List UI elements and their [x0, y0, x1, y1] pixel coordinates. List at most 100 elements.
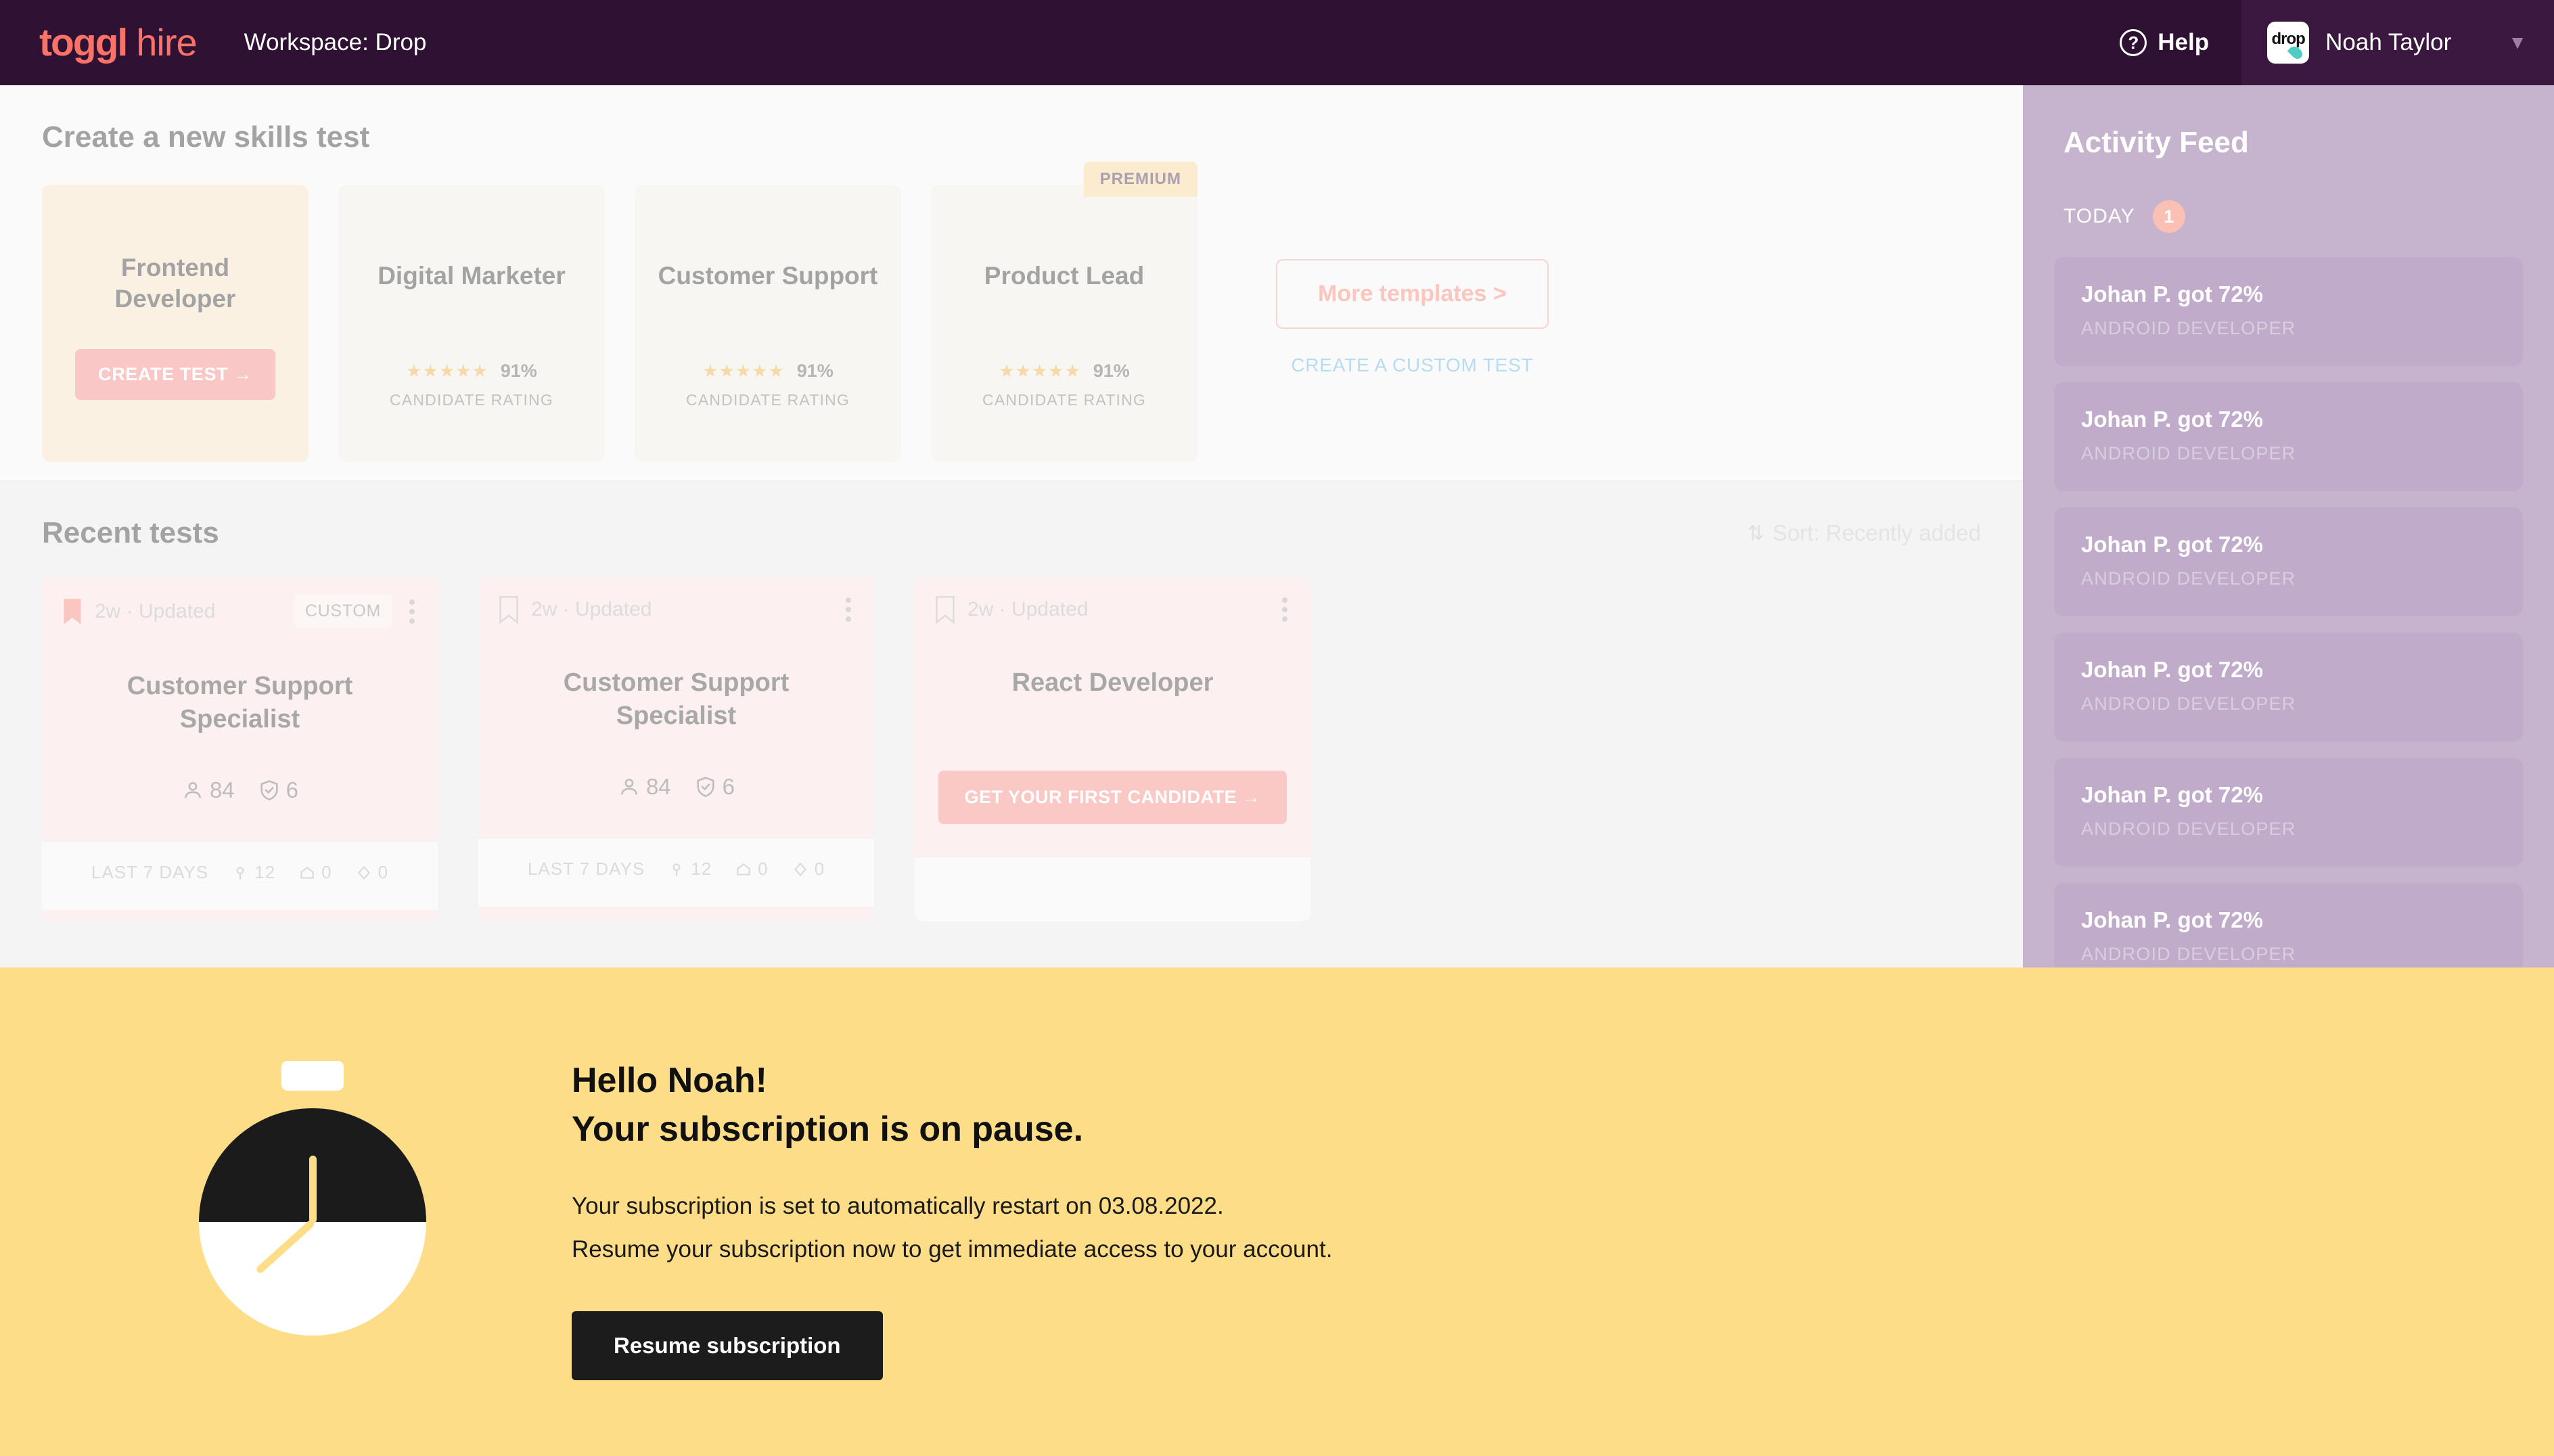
- diamond-icon: [357, 865, 370, 880]
- rating-caption: CANDIDATE RATING: [390, 391, 553, 409]
- finishes-stat: 0: [792, 859, 825, 880]
- logo-toggl-text: toggl: [39, 21, 128, 64]
- help-button[interactable]: ? Help: [2087, 0, 2241, 85]
- banner-body-line-1: Your subscription is set to automaticall…: [572, 1192, 1224, 1219]
- test-card[interactable]: 2w · Updated CUSTOM Customer Support Spe…: [42, 577, 438, 922]
- page-title: Create a new skills test: [42, 120, 370, 154]
- starts-stat: 0: [735, 859, 768, 880]
- template-actions: More templates > CREATE A CUSTOM TEST: [1276, 259, 1549, 376]
- chevron-down-icon[interactable]: ▼: [2508, 32, 2527, 53]
- recent-tests-section: Recent tests ⇅ Sort: Recently added 2w ·…: [0, 481, 2023, 922]
- stopwatch-face: [199, 1108, 426, 1336]
- person-icon: [621, 779, 637, 795]
- banner-text-block: Hello Noah! Your subscription is on paus…: [572, 1057, 1332, 1380]
- activity-title: Johan P. got 72%: [2081, 782, 2263, 807]
- shortlisted-count: 6: [286, 777, 299, 803]
- get-first-candidate-button[interactable]: GET YOUR FIRST CANDIDATE →: [938, 770, 1287, 824]
- home-icon: [737, 863, 750, 875]
- test-card-footer: LAST 7 DAYS 12 0 0: [478, 838, 874, 907]
- create-test-button[interactable]: CREATE TEST →: [75, 349, 275, 400]
- more-options-icon[interactable]: [1279, 595, 1290, 624]
- activity-title: Johan P. got 72%: [2081, 407, 2263, 432]
- sort-dropdown[interactable]: ⇅ Sort: Recently added: [1748, 520, 1981, 546]
- starts-count: 0: [758, 859, 769, 880]
- rating-percent: 91%: [500, 361, 537, 381]
- recent-tests-list: 2w · Updated CUSTOM Customer Support Spe…: [42, 577, 1981, 922]
- bookmark-icon-outline[interactable]: [499, 595, 519, 624]
- test-title: Customer Support Specialist: [563, 668, 790, 730]
- pin-icon: [672, 863, 681, 876]
- subscription-paused-banner: Hello Noah! Your subscription is on paus…: [0, 968, 2554, 1456]
- test-card[interactable]: 2w · Updated React Developer GET YOUR FI…: [915, 577, 1310, 922]
- candidate-rating-block: ★★★★★ 91% CANDIDATE RATING: [390, 361, 553, 409]
- finishes-count: 0: [378, 862, 389, 883]
- person-icon: [185, 782, 201, 798]
- star-rating-icon: ★★★★★: [702, 361, 785, 381]
- star-rating-icon: ★★★★★: [999, 361, 1081, 381]
- activity-title: Johan P. got 72%: [2081, 657, 2263, 682]
- stopwatch-icon: [198, 1049, 428, 1336]
- more-options-icon[interactable]: [407, 597, 417, 627]
- recent-tests-header: Recent tests ⇅ Sort: Recently added: [42, 516, 1981, 550]
- logo-hire-text: hire: [136, 21, 197, 64]
- today-count-badge: 1: [2152, 200, 2185, 233]
- user-menu-button[interactable]: drop Noah Taylor ▼: [2241, 0, 2554, 85]
- views-stat: 12: [668, 859, 712, 880]
- more-templates-button[interactable]: More templates >: [1276, 259, 1549, 329]
- test-meta: 2w · Updated: [531, 598, 652, 620]
- starts-stat: 0: [298, 862, 332, 883]
- activity-feed-today-header: TODAY 1: [2023, 160, 2554, 233]
- activity-feed-title: Activity Feed: [2063, 126, 2249, 159]
- shortlisted-stat: 6: [694, 774, 735, 800]
- more-options-icon[interactable]: [843, 595, 854, 624]
- candidates-count: 84: [645, 774, 671, 800]
- activity-subtitle: ANDROID DEVELOPER: [2081, 318, 2296, 338]
- rating-percent: 91%: [1093, 361, 1130, 381]
- template-card-customer-support[interactable]: Customer Support ★★★★★ 91% CANDIDATE RAT…: [635, 185, 901, 462]
- test-card-footer: LAST 7 DAYS 12 0 0: [42, 841, 438, 911]
- activity-subtitle: ANDROID DEVELOPER: [2081, 819, 2296, 839]
- top-navigation-bar: toggl hire Workspace: Drop ? Help drop N…: [0, 0, 2554, 85]
- test-stats: 84 6: [42, 777, 438, 803]
- starts-count: 0: [321, 862, 332, 883]
- template-card-digital-marketer[interactable]: Digital Marketer ★★★★★ 91% CANDIDATE RAT…: [338, 185, 605, 462]
- list-item[interactable]: Johan P. got 72% ANDROID DEVELOPER: [2054, 633, 2523, 742]
- banner-headline: Your subscription is on pause.: [572, 1109, 1084, 1149]
- template-name: Digital Marketer: [378, 262, 566, 290]
- list-item[interactable]: Johan P. got 72% ANDROID DEVELOPER: [2054, 257, 2523, 366]
- shield-check-icon: [260, 780, 278, 801]
- activity-subtitle: ANDROID DEVELOPER: [2081, 568, 2296, 589]
- create-custom-test-link[interactable]: CREATE A CUSTOM TEST: [1291, 355, 1533, 376]
- workspace-label: Workspace: Drop: [244, 29, 427, 55]
- footer-period-label: LAST 7 DAYS: [527, 859, 645, 880]
- candidate-rating-block: ★★★★★ 91% CANDIDATE RATING: [982, 361, 1146, 409]
- activity-subtitle: ANDROID DEVELOPER: [2081, 443, 2296, 463]
- template-card-product-lead[interactable]: PREMIUM Product Lead ★★★★★ 91% CANDIDATE…: [931, 162, 1198, 462]
- bookmark-icon-outline[interactable]: [935, 595, 955, 624]
- banner-body-line-2: Resume your subscription now to get imme…: [572, 1235, 1333, 1262]
- bookmark-icon-filled[interactable]: [62, 597, 83, 626]
- template-card-frontend-developer[interactable]: Frontend Developer CREATE TEST →: [42, 185, 309, 462]
- shield-check-icon: [697, 777, 714, 798]
- banner-greeting: Hello Noah!: [572, 1061, 767, 1100]
- recent-tests-title: Recent tests: [42, 516, 219, 549]
- test-card[interactable]: 2w · Updated Customer Support Specialist…: [478, 577, 874, 922]
- toggl-hire-logo[interactable]: toggl hire: [39, 20, 198, 65]
- template-name: Product Lead: [984, 262, 1145, 290]
- app-root: toggl hire Workspace: Drop ? Help drop N…: [0, 0, 2554, 1456]
- question-mark-icon: ?: [2120, 29, 2147, 56]
- avatar: drop: [2267, 22, 2310, 64]
- test-card-header: 2w · Updated: [915, 577, 1310, 624]
- premium-badge: PREMIUM: [1083, 162, 1198, 197]
- stopwatch-hand-hour: [309, 1156, 317, 1223]
- list-item[interactable]: Johan P. got 72% ANDROID DEVELOPER: [2054, 382, 2523, 491]
- test-card-footer: [915, 856, 1310, 922]
- resume-subscription-button[interactable]: Resume subscription: [572, 1311, 883, 1380]
- test-meta: 2w · Updated: [95, 599, 216, 622]
- list-item[interactable]: Johan P. got 72% ANDROID DEVELOPER: [2054, 507, 2523, 616]
- test-card-header: 2w · Updated: [478, 577, 874, 624]
- views-stat: 12: [231, 862, 275, 883]
- rating-percent: 91%: [796, 361, 834, 381]
- shortlisted-count: 6: [722, 774, 735, 800]
- list-item[interactable]: Johan P. got 72% ANDROID DEVELOPER: [2054, 758, 2523, 867]
